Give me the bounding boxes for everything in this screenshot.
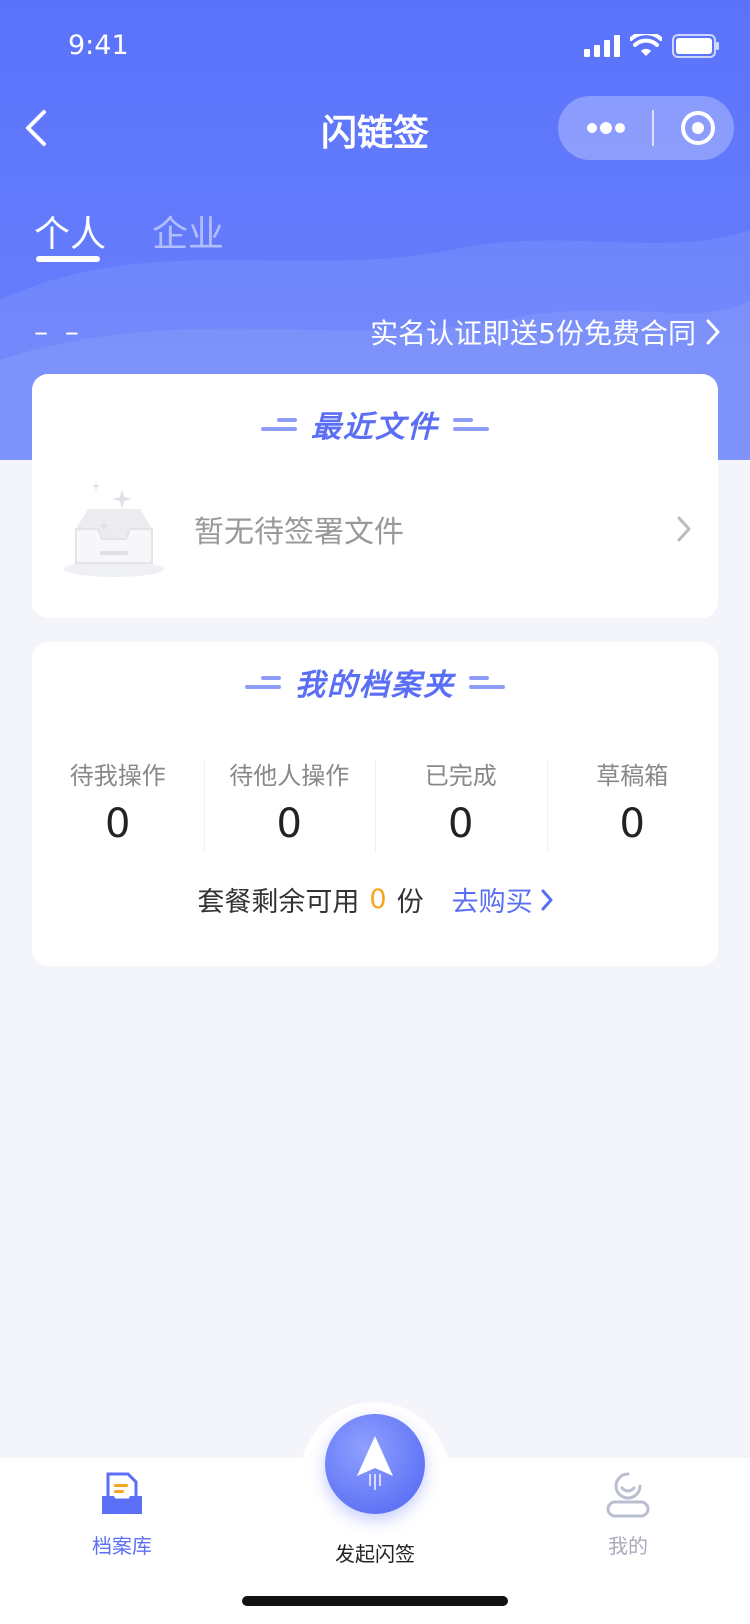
title-decoration-left bbox=[261, 417, 297, 431]
title-decoration-right bbox=[469, 675, 505, 689]
stat-completed[interactable]: 已完成 0 bbox=[375, 756, 547, 856]
close-target-icon[interactable] bbox=[680, 110, 716, 146]
more-icon[interactable] bbox=[586, 121, 626, 135]
stat-value: 0 bbox=[276, 801, 302, 847]
stat-label: 待他人操作 bbox=[229, 762, 350, 790]
status-icons bbox=[584, 34, 720, 58]
bottom-tab-bar: 档案库 发起闪签 我的 bbox=[0, 1402, 750, 1624]
tabbar-label-mine: 我的 bbox=[608, 1534, 648, 1558]
tabbar-item-mine[interactable]: 我的 bbox=[558, 1470, 698, 1559]
capsule-divider bbox=[652, 110, 654, 146]
my-folder-title: 我的档案夹 bbox=[295, 668, 455, 703]
quota-value: 0 bbox=[369, 884, 387, 915]
battery-icon bbox=[672, 34, 719, 58]
promo-text: 实名认证即送5份免费合同 bbox=[370, 317, 696, 350]
stat-label: 待我操作 bbox=[69, 762, 166, 790]
signal-icon bbox=[584, 35, 620, 57]
tab-underline bbox=[36, 256, 100, 262]
empty-documents-text: 暂无待签署文件 bbox=[194, 515, 404, 550]
empty-inbox-icon bbox=[64, 481, 164, 577]
user-icon bbox=[606, 1472, 650, 1518]
mini-program-capsule bbox=[558, 96, 734, 160]
start-sign-button[interactable] bbox=[325, 1414, 425, 1514]
title-decoration-right bbox=[453, 417, 489, 431]
quota-row: 套餐剩余可用 0 份 去购买 bbox=[32, 880, 718, 919]
chevron-right-icon bbox=[706, 319, 720, 345]
buy-label: 去购买 bbox=[451, 887, 533, 918]
status-time: 9:41 bbox=[68, 30, 129, 61]
recent-files-header: 最近文件 bbox=[32, 402, 718, 446]
stat-value: 0 bbox=[619, 801, 645, 847]
chevron-right-icon bbox=[677, 516, 691, 542]
archive-icon bbox=[102, 1472, 142, 1514]
empty-documents-row[interactable]: 暂无待签署文件 bbox=[62, 474, 692, 584]
stat-label: 已完成 bbox=[424, 762, 497, 790]
tabbar-item-archive[interactable]: 档案库 bbox=[52, 1470, 192, 1559]
user-name: – – bbox=[34, 315, 83, 348]
chevron-right-icon bbox=[541, 889, 553, 910]
paper-plane-icon bbox=[357, 1436, 393, 1490]
quota-unit: 份 bbox=[396, 887, 424, 918]
tabbar-label-start[interactable]: 发起闪签 bbox=[300, 1538, 450, 1567]
screen: 9:41 闪链签 个人 企业 – – 实名认证即送5份免费合同 最近文件 暂无待… bbox=[0, 0, 750, 1624]
recent-files-card: 最近文件 暂无待签署文件 bbox=[32, 374, 718, 618]
stat-pending-me[interactable]: 待我操作 0 bbox=[32, 756, 204, 856]
my-folder-card: 我的档案夹 待我操作 0 待他人操作 0 已完成 0 草稿箱 0 套餐剩余可用 … bbox=[32, 642, 718, 966]
stat-drafts[interactable]: 草稿箱 0 bbox=[546, 756, 719, 856]
quota-prefix: 套餐剩余可用 bbox=[197, 887, 360, 918]
stat-label: 草稿箱 bbox=[596, 762, 669, 790]
stat-value: 0 bbox=[105, 801, 131, 847]
my-folder-header: 我的档案夹 bbox=[32, 660, 718, 704]
tab-personal[interactable]: 个人 bbox=[34, 205, 106, 257]
tab-enterprise[interactable]: 企业 bbox=[152, 205, 224, 257]
buy-link[interactable]: 去购买 bbox=[452, 880, 553, 919]
verification-promo-link[interactable]: 实名认证即送5份免费合同 bbox=[370, 312, 720, 352]
tabbar-label-archive: 档案库 bbox=[92, 1534, 152, 1558]
home-indicator bbox=[242, 1596, 508, 1606]
recent-files-title: 最近文件 bbox=[311, 410, 439, 445]
stat-value: 0 bbox=[448, 801, 474, 847]
folder-stats: 待我操作 0 待他人操作 0 已完成 0 草稿箱 0 bbox=[32, 756, 718, 856]
wifi-icon bbox=[630, 34, 662, 56]
stat-pending-others[interactable]: 待他人操作 0 bbox=[203, 756, 376, 856]
title-decoration-left bbox=[245, 675, 281, 689]
